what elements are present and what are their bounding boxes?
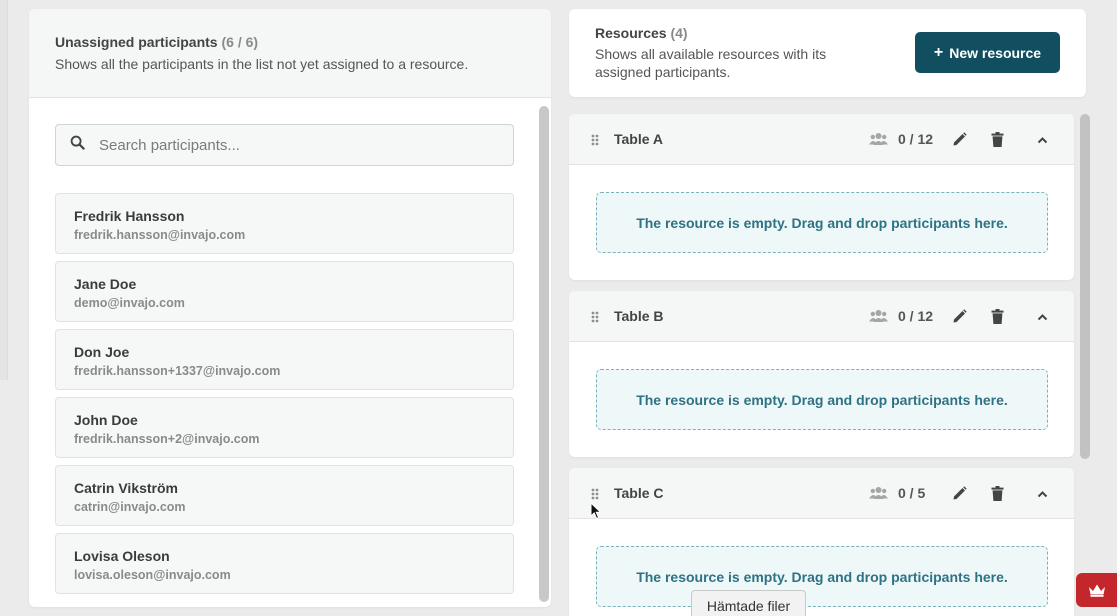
search-input[interactable] (99, 136, 479, 154)
new-resource-label: New resource (949, 44, 1042, 61)
crown-badge[interactable] (1076, 573, 1117, 607)
unassigned-title-text: Unassigned participants (55, 34, 218, 50)
edit-icon[interactable] (952, 486, 967, 501)
unassigned-description: Shows all the participants in the list n… (55, 56, 469, 72)
unassigned-body: Fredrik Hansson fredrik.hansson@invajo.c… (29, 98, 551, 594)
participant-card[interactable]: Jane Doe demo@invajo.com (55, 261, 514, 322)
resource-header[interactable]: Table B 0 / 12 (569, 291, 1074, 342)
trash-icon[interactable] (991, 486, 1004, 501)
crown-icon (1088, 584, 1105, 597)
resources-description: Shows all available resources with its a… (595, 46, 827, 80)
participant-card[interactable]: John Doe fredrik.hansson+2@invajo.com (55, 397, 514, 458)
drag-handle-icon[interactable] (591, 311, 599, 323)
edit-icon[interactable] (952, 132, 967, 147)
participant-email: fredrik.hansson+2@invajo.com (74, 432, 260, 446)
participant-name: John Doe (74, 412, 138, 428)
people-icon (869, 133, 888, 145)
unassigned-count: (6 / 6) (221, 34, 259, 50)
resource-dropzone[interactable]: The resource is empty. Drag and drop par… (596, 192, 1048, 253)
resource-body: The resource is empty. Drag and drop par… (569, 519, 1074, 616)
plus-icon: + (933, 43, 944, 61)
resource-body: The resource is empty. Drag and drop par… (569, 342, 1074, 457)
participant-name: Fredrik Hansson (74, 208, 185, 224)
participant-card[interactable]: Lovisa Oleson lovisa.oleson@invajo.com (55, 533, 514, 594)
participant-name: Catrin Vikström (74, 480, 178, 496)
resources-title-text: Resources (595, 25, 667, 41)
resource-body: The resource is empty. Drag and drop par… (569, 165, 1074, 280)
downloads-tooltip: Hämtade filer (691, 590, 806, 616)
participant-card[interactable]: Don Joe fredrik.hansson+1337@invajo.com (55, 329, 514, 390)
chevron-up-icon[interactable] (1037, 136, 1048, 144)
drag-handle-icon[interactable] (591, 134, 599, 146)
unassigned-header: Unassigned participants (6 / 6) Shows al… (29, 9, 551, 98)
participant-name: Don Joe (74, 344, 130, 360)
resource-capacity: 0 / 5 (898, 485, 926, 501)
resource-dropzone[interactable]: The resource is empty. Drag and drop par… (596, 546, 1048, 607)
chevron-up-icon[interactable] (1037, 313, 1048, 321)
participant-list: Fredrik Hansson fredrik.hansson@invajo.c… (55, 193, 514, 594)
new-resource-button[interactable]: + New resource (915, 32, 1060, 73)
participant-name: Jane Doe (74, 276, 137, 292)
participant-name: Lovisa Oleson (74, 548, 170, 564)
mouse-cursor-icon (590, 502, 602, 520)
resource-name: Table C (614, 485, 664, 501)
resource-capacity: 0 / 12 (898, 308, 934, 324)
participant-email: demo@invajo.com (74, 296, 185, 310)
resource-name: Table A (614, 131, 664, 147)
resources-count: (4) (670, 25, 688, 41)
page-edge (0, 0, 8, 380)
resource-card: Table C 0 / 5 The resource is empty. Dra… (569, 468, 1074, 616)
resource-list: Table A 0 / 12 The resource is empty. Dr… (569, 114, 1074, 616)
search-icon (70, 135, 85, 155)
resource-dropzone[interactable]: The resource is empty. Drag and drop par… (596, 369, 1048, 430)
people-icon (869, 310, 888, 322)
trash-icon[interactable] (991, 309, 1004, 324)
participant-email: lovisa.oleson@invajo.com (74, 568, 231, 582)
participant-email: catrin@invajo.com (74, 500, 186, 514)
unassigned-panel: Unassigned participants (6 / 6) Shows al… (29, 9, 551, 607)
search-box[interactable] (55, 124, 514, 166)
people-icon (869, 487, 888, 499)
participant-card[interactable]: Catrin Vikström catrin@invajo.com (55, 465, 514, 526)
trash-icon[interactable] (991, 132, 1004, 147)
resource-card: Table A 0 / 12 The resource is empty. Dr… (569, 114, 1074, 280)
drag-handle-icon[interactable] (591, 488, 599, 500)
resource-capacity: 0 / 12 (898, 131, 934, 147)
resources-header: Resources (4) Shows all available resour… (569, 9, 1086, 97)
resource-header[interactable]: Table A 0 / 12 (569, 114, 1074, 165)
participant-email: fredrik.hansson+1337@invajo.com (74, 364, 281, 378)
resource-header[interactable]: Table C 0 / 5 (569, 468, 1074, 519)
participant-list-scrollbar[interactable] (539, 106, 549, 602)
participant-email: fredrik.hansson@invajo.com (74, 228, 246, 242)
resource-card: Table B 0 / 12 The resource is empty. Dr… (569, 291, 1074, 457)
resource-name: Table B (614, 308, 664, 324)
unassigned-title: Unassigned participants (6 / 6) (55, 34, 525, 50)
edit-icon[interactable] (952, 309, 967, 324)
resource-list-scrollbar[interactable] (1080, 114, 1090, 459)
participant-card[interactable]: Fredrik Hansson fredrik.hansson@invajo.c… (55, 193, 514, 254)
chevron-up-icon[interactable] (1037, 490, 1048, 498)
